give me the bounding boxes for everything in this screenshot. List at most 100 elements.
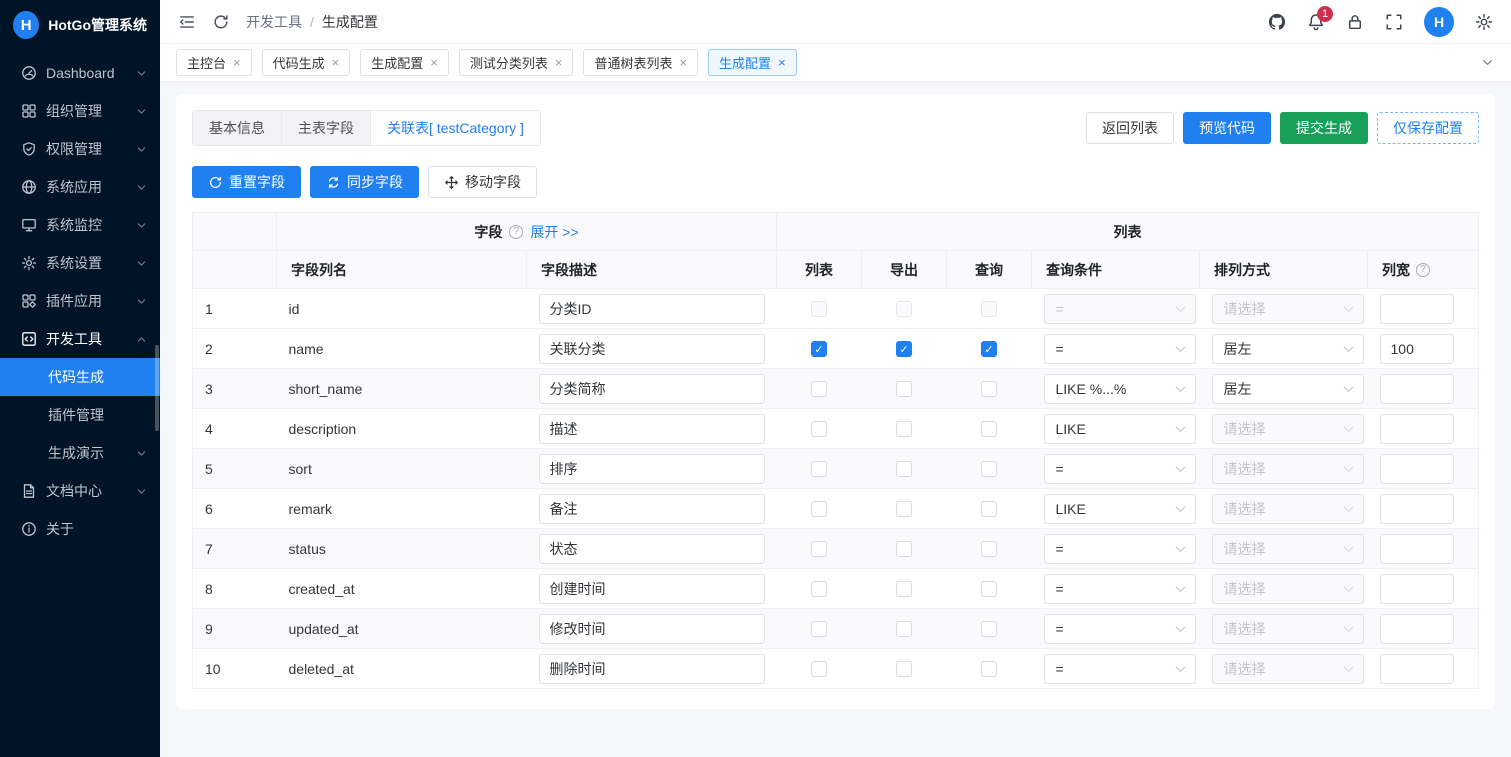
align-select[interactable]: 居左 (1212, 374, 1364, 404)
export-checkbox[interactable] (896, 501, 912, 517)
column-width-input[interactable] (1380, 294, 1454, 324)
breadcrumb-section[interactable]: 开发工具 (246, 12, 302, 32)
column-width-input[interactable] (1380, 374, 1454, 404)
fullscreen-icon[interactable] (1385, 13, 1403, 31)
close-icon[interactable] (430, 56, 438, 69)
移动字段-button[interactable]: 移动字段 (428, 166, 537, 198)
query-condition-select[interactable]: = (1044, 334, 1196, 364)
sidebar-item[interactable]: 文档中心 (0, 472, 160, 510)
avatar[interactable]: H (1424, 7, 1454, 37)
sidebar-item[interactable]: 开发工具 (0, 320, 160, 358)
column-width-input[interactable] (1380, 494, 1454, 524)
query-checkbox[interactable] (981, 421, 997, 437)
config-tab[interactable]: 基本信息 (192, 110, 282, 146)
list-checkbox[interactable] (811, 581, 827, 597)
field-desc-input[interactable] (539, 374, 765, 404)
list-checkbox[interactable] (811, 421, 827, 437)
sidebar-scrollbar[interactable] (155, 345, 159, 431)
sidebar-item[interactable]: Dashboard (0, 54, 160, 92)
refresh-icon[interactable] (212, 13, 230, 31)
notifications-bell-icon[interactable]: 1 (1307, 13, 1325, 31)
field-desc-input[interactable] (539, 294, 765, 324)
query-condition-select[interactable]: = (1044, 534, 1196, 564)
field-desc-input[interactable] (539, 574, 765, 604)
list-checkbox[interactable] (811, 621, 827, 637)
export-checkbox[interactable] (896, 421, 912, 437)
同步字段-button[interactable]: 同步字段 (310, 166, 419, 198)
align-select[interactable]: 请选择 (1212, 414, 1364, 444)
field-desc-input[interactable] (539, 534, 765, 564)
align-select[interactable]: 请选择 (1212, 494, 1364, 524)
column-width-input[interactable] (1380, 454, 1454, 484)
list-checkbox[interactable] (811, 661, 827, 677)
query-checkbox[interactable] (981, 621, 997, 637)
chevron-down-icon[interactable] (1480, 55, 1495, 70)
gear-icon[interactable] (1475, 13, 1493, 31)
export-checkbox[interactable] (896, 661, 912, 677)
column-width-input[interactable] (1380, 574, 1454, 604)
config-tab[interactable]: 关联表[ testCategory ] (370, 110, 541, 146)
query-condition-select[interactable]: LIKE (1044, 494, 1196, 524)
重置字段-button[interactable]: 重置字段 (192, 166, 301, 198)
仅保存配置-button[interactable]: 仅保存配置 (1377, 112, 1479, 144)
nav-tab[interactable]: 生成配置 (360, 49, 449, 76)
close-icon[interactable] (778, 56, 786, 69)
column-width-input[interactable] (1380, 614, 1454, 644)
query-checkbox[interactable] (981, 381, 997, 397)
query-checkbox[interactable] (981, 581, 997, 597)
github-icon[interactable] (1268, 13, 1286, 31)
nav-tab[interactable]: 生成配置 (708, 49, 797, 76)
close-icon[interactable] (233, 56, 241, 69)
config-tab[interactable]: 主表字段 (281, 110, 371, 146)
预览代码-button[interactable]: 预览代码 (1183, 112, 1271, 144)
query-condition-select[interactable]: LIKE (1044, 414, 1196, 444)
sidebar-subitem[interactable]: 生成演示 (0, 434, 160, 472)
align-select[interactable]: 居左 (1212, 334, 1364, 364)
align-select[interactable]: 请选择 (1212, 614, 1364, 644)
query-condition-select[interactable]: = (1044, 454, 1196, 484)
field-desc-input[interactable] (539, 654, 765, 684)
sidebar-item[interactable]: 关于 (0, 510, 160, 548)
sidebar-item[interactable]: 系统监控 (0, 206, 160, 244)
query-checkbox[interactable] (981, 461, 997, 477)
lock-screen-icon[interactable] (1346, 13, 1364, 31)
app-logo[interactable]: H HotGo管理系统 (0, 0, 160, 50)
export-checkbox[interactable] (896, 461, 912, 477)
align-select[interactable]: 请选择 (1212, 294, 1364, 324)
field-desc-input[interactable] (539, 414, 765, 444)
query-condition-select[interactable]: = (1044, 574, 1196, 604)
column-width-input[interactable] (1380, 654, 1454, 684)
sidebar-subitem[interactable]: 插件管理 (0, 396, 160, 434)
query-condition-select[interactable]: LIKE %...% (1044, 374, 1196, 404)
list-checkbox[interactable] (811, 541, 827, 557)
close-icon[interactable] (679, 56, 687, 69)
close-icon[interactable] (555, 56, 563, 69)
list-checkbox[interactable] (811, 501, 827, 517)
sidebar-subitem[interactable]: 代码生成 (0, 358, 160, 396)
nav-tab[interactable]: 主控台 (176, 49, 252, 76)
query-checkbox[interactable] (981, 661, 997, 677)
返回列表-button[interactable]: 返回列表 (1086, 112, 1174, 144)
export-checkbox[interactable] (896, 621, 912, 637)
list-checkbox[interactable] (811, 461, 827, 477)
query-condition-select[interactable]: = (1044, 654, 1196, 684)
nav-tab[interactable]: 测试分类列表 (459, 49, 574, 76)
nav-tab[interactable]: 代码生成 (262, 49, 351, 76)
query-condition-select[interactable]: = (1044, 614, 1196, 644)
align-select[interactable]: 请选择 (1212, 454, 1364, 484)
align-select[interactable]: 请选择 (1212, 654, 1364, 684)
query-checkbox[interactable] (981, 501, 997, 517)
export-checkbox[interactable] (896, 381, 912, 397)
sidebar-item[interactable]: 系统设置 (0, 244, 160, 282)
export-checkbox[interactable] (896, 541, 912, 557)
field-desc-input[interactable] (539, 334, 765, 364)
align-select[interactable]: 请选择 (1212, 574, 1364, 604)
export-checkbox[interactable] (896, 341, 912, 357)
sidebar-item[interactable]: 组织管理 (0, 92, 160, 130)
field-desc-input[interactable] (539, 614, 765, 644)
sidebar-item[interactable]: 插件应用 (0, 282, 160, 320)
close-icon[interactable] (332, 56, 340, 69)
column-width-input[interactable] (1380, 534, 1454, 564)
export-checkbox[interactable] (896, 301, 912, 317)
query-checkbox[interactable] (981, 541, 997, 557)
